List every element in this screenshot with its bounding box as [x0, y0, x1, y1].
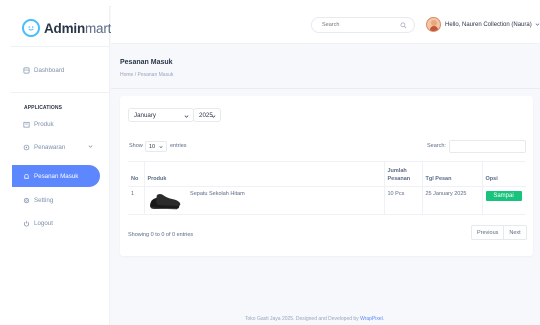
global-search[interactable]: [311, 17, 415, 33]
sidebar: Adminmart Dashboard APPLICATIONS Produk …: [10, 6, 111, 325]
sidebar-item-label: Produk: [34, 120, 54, 128]
user-name: Hello, Nauren Collection (Naura): [445, 21, 532, 28]
month-select[interactable]: January: [128, 108, 194, 122]
col-header-produk[interactable]: Produk: [143, 161, 384, 187]
status-button-sampai[interactable]: Sampai: [485, 191, 522, 201]
footer: Toko Gasti Jaya 2025. Designed and Devel…: [245, 316, 385, 322]
brand-logo[interactable]: Adminmart: [22, 19, 111, 37]
orders-table: No Produk Jumlah Pesanan Tgl Pesan Opsi …: [128, 161, 526, 215]
col-header-jumlah[interactable]: Jumlah Pesanan: [383, 161, 422, 187]
pagination: Previous Next: [471, 225, 527, 240]
sidebar-item-pesanan-masuk[interactable]: Pesanan Masuk: [12, 165, 100, 187]
box-icon: [23, 121, 30, 128]
power-icon: [23, 220, 30, 227]
breadcrumb[interactable]: Home / Pesanan Masuk: [120, 72, 173, 78]
page-title: Pesanan Masuk: [120, 59, 173, 66]
footer-link[interactable]: WrapPixel: [360, 316, 383, 322]
pagination-next[interactable]: Next: [503, 226, 525, 239]
sidebar-item-label: Pesanan Masuk: [34, 172, 79, 180]
col-header-opsi[interactable]: Opsi: [481, 161, 526, 187]
sidebar-item-logout[interactable]: Logout: [12, 212, 101, 234]
pagination-previous[interactable]: Previous: [472, 226, 503, 239]
sidebar-item-dashboard[interactable]: Dashboard: [12, 59, 101, 81]
cell-action: Sampai: [481, 186, 526, 215]
sidebar-item-label: Logout: [34, 219, 53, 227]
sidebar-item-produk[interactable]: Produk: [12, 113, 101, 135]
chevron-down-icon: [159, 146, 163, 149]
year-select[interactable]: 2025: [193, 108, 221, 122]
sidebar-item-setting[interactable]: Setting: [12, 189, 101, 211]
avatar: [426, 17, 441, 32]
chevron-down-icon: [88, 145, 93, 148]
smile-logo-icon: [22, 19, 40, 37]
col-header-no[interactable]: No: [128, 161, 144, 187]
search-icon[interactable]: [400, 22, 407, 29]
cell-no: 1: [128, 186, 144, 215]
tag-icon: [23, 144, 30, 151]
divider: [111, 88, 540, 89]
cell-qty: 10 Pcs: [383, 186, 422, 215]
table-search-label: Search:: [427, 143, 446, 149]
topbar: Hello, Nauren Collection (Naura): [111, 6, 540, 44]
product-image: [149, 194, 180, 210]
gear-icon: [23, 197, 30, 204]
sidebar-section-label: APPLICATIONS: [24, 105, 63, 111]
table-row: 1 Sepatu Sekolah Hitam 10 Pcs 25 January…: [128, 186, 526, 215]
cell-date: 25 January 2025: [421, 186, 482, 215]
brand-name: Adminmart: [44, 20, 112, 36]
bell-icon: [23, 173, 30, 180]
dashboard-icon: [23, 67, 30, 74]
sidebar-item-label: Setting: [34, 196, 54, 204]
sidebar-item-penawaran[interactable]: Penawaran: [12, 136, 101, 158]
col-header-tgl[interactable]: Tgl Pesan: [421, 161, 482, 187]
chevron-down-icon: [184, 115, 189, 118]
chevron-down-icon: [535, 23, 540, 26]
show-label: Show: [129, 143, 143, 149]
entries-select[interactable]: 10: [145, 141, 167, 152]
search-input[interactable]: [322, 22, 398, 28]
chevron-down-icon: [211, 115, 216, 118]
sidebar-item-label: Penawaran: [34, 143, 66, 151]
sidebar-item-label: Dashboard: [34, 66, 65, 74]
cell-product: Sepatu Sekolah Hitam: [143, 186, 384, 215]
entries-label: entries: [170, 143, 187, 149]
user-menu[interactable]: Hello, Nauren Collection (Naura): [426, 17, 540, 32]
table-info: Showing 0 to 0 of 0 entries: [128, 232, 194, 238]
table-search-input[interactable]: [449, 140, 526, 153]
table-header-row: No Produk Jumlah Pesanan Tgl Pesan Opsi: [128, 161, 526, 187]
